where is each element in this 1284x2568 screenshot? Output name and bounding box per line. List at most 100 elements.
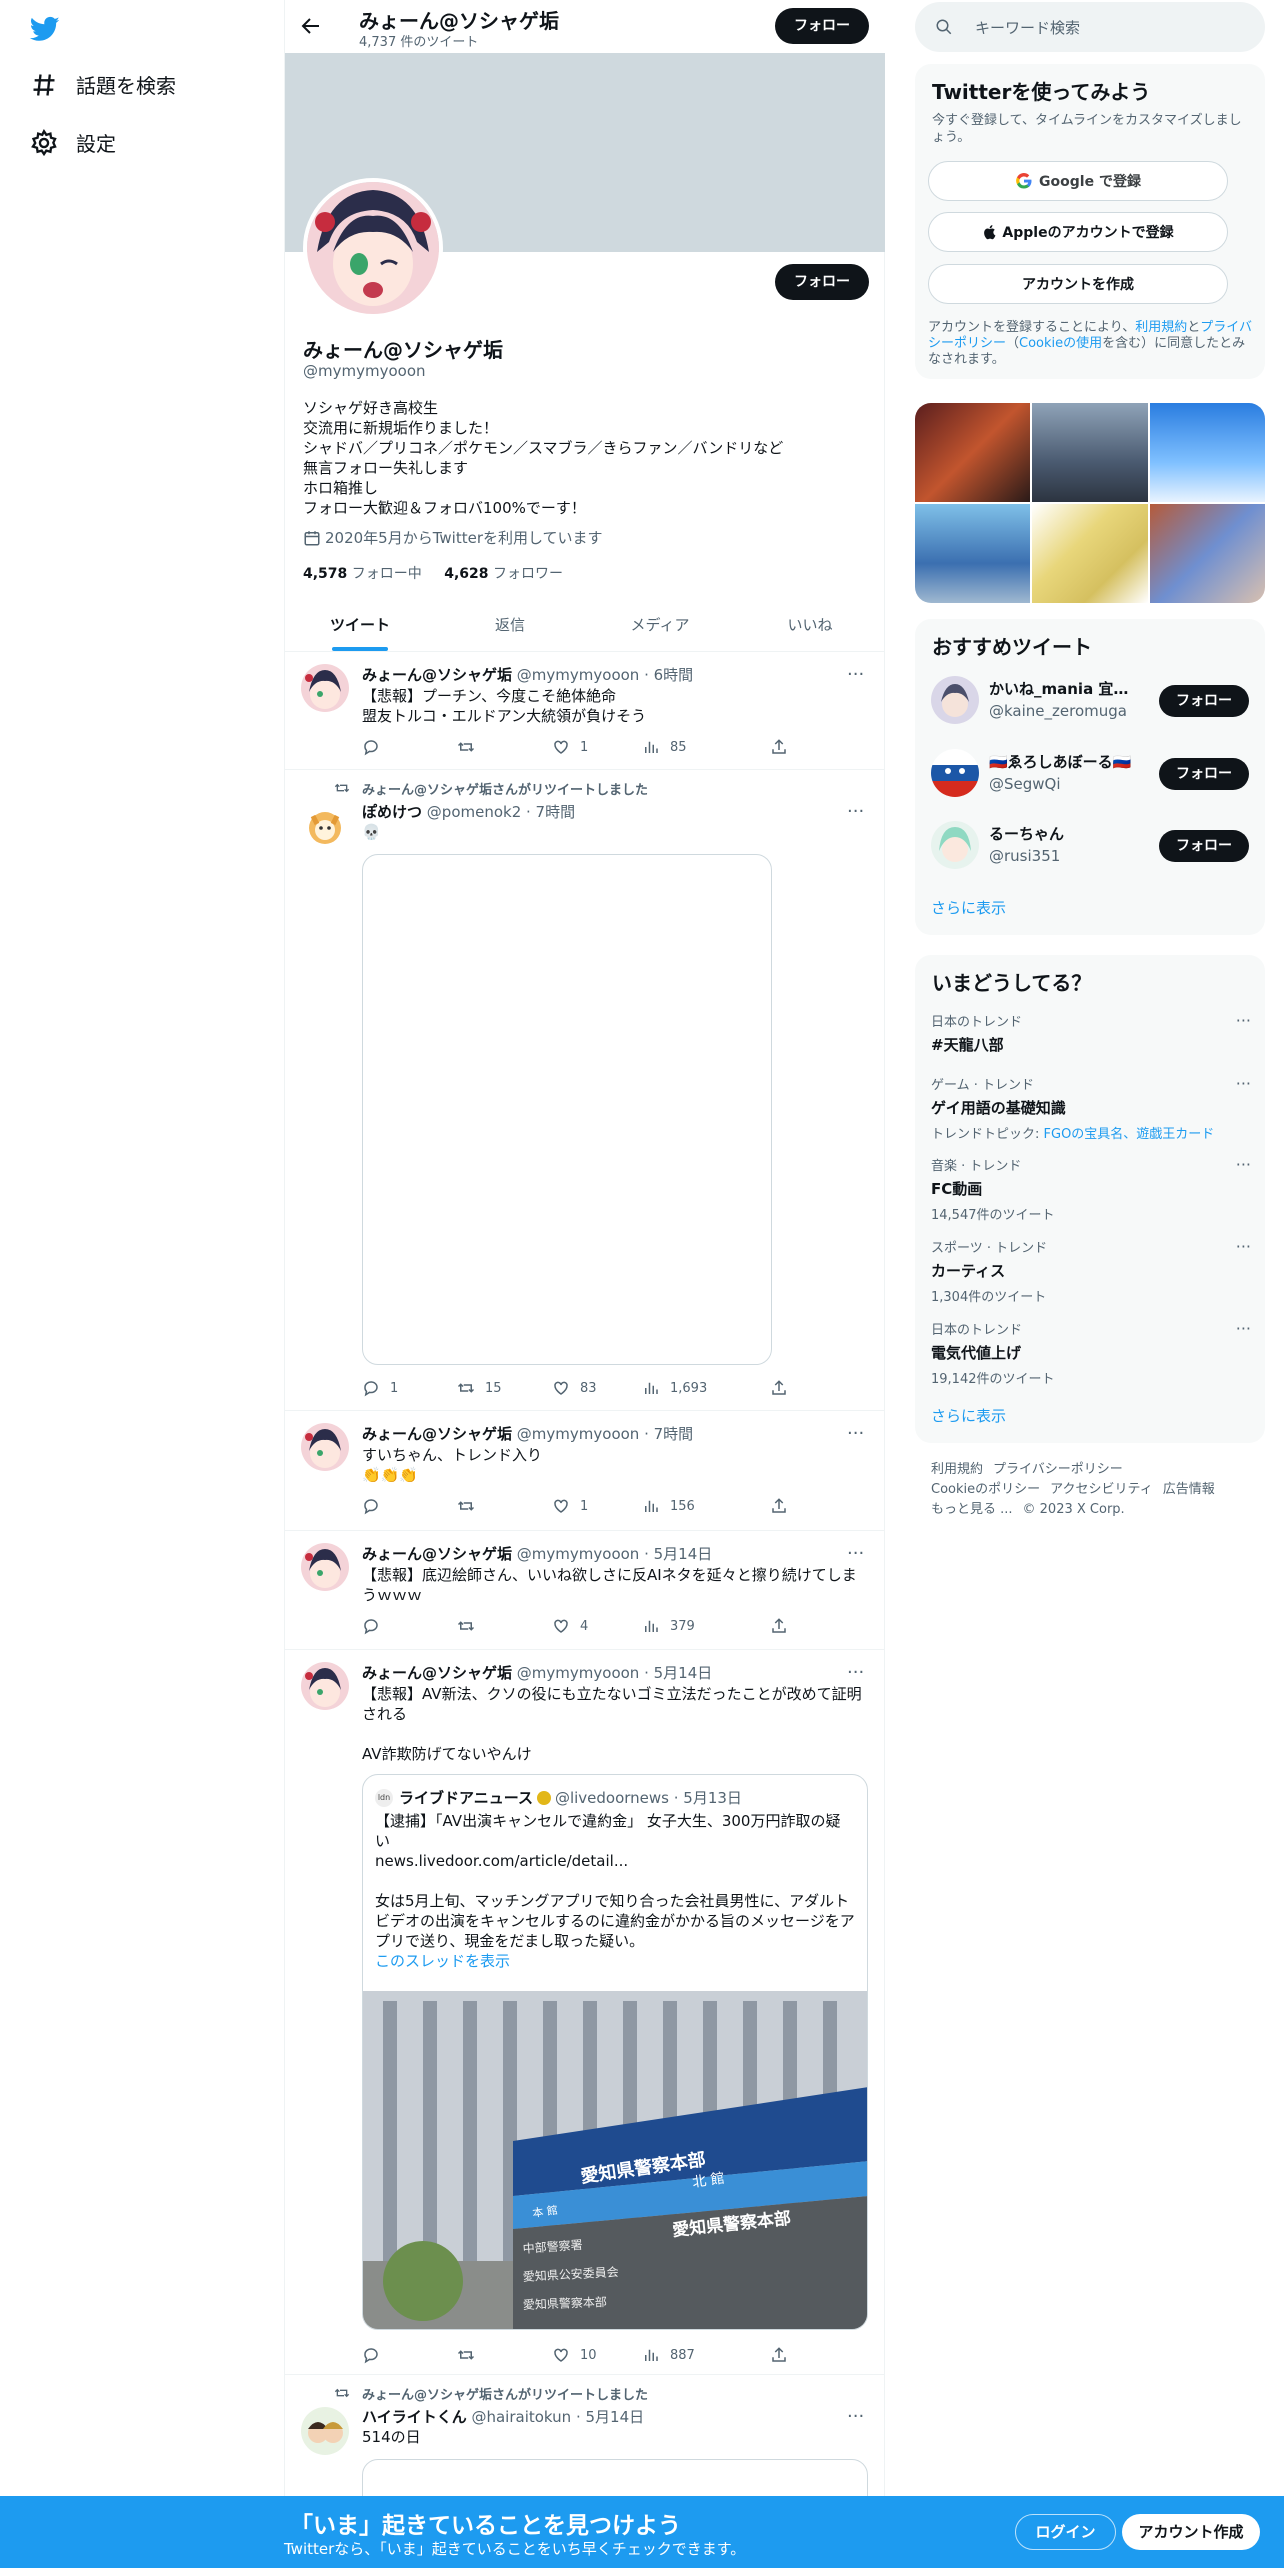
media-thumbnail[interactable] — [915, 403, 1031, 502]
twitter-bird-icon[interactable] — [28, 14, 62, 44]
recommended-user[interactable]: 🇷🇺ゑろしあぼーる🇷🇺 @SegwQi フォロー — [931, 749, 1249, 799]
like-button[interactable]: 1 — [552, 1497, 588, 1515]
tweet[interactable]: みょーん@ソシャゲ垢 @mymymyooon · 5月14日 ··· 【悲報】底… — [285, 1531, 885, 1650]
recommended-user[interactable]: かいね_mania 宜都... @kaine_zeromuga フォロー — [931, 676, 1249, 726]
following-link[interactable]: 4,578 フォロー中 — [303, 566, 422, 582]
share-button[interactable] — [770, 738, 798, 756]
profile-avatar[interactable] — [303, 178, 443, 318]
profile-follow-button[interactable]: フォロー — [775, 264, 869, 300]
share-button[interactable] — [770, 2346, 798, 2364]
tweet-meta[interactable]: @mymymyooon · 5月14日 — [517, 1545, 712, 1563]
footer-privacy-link[interactable]: プライバシーポリシー — [993, 1462, 1123, 1477]
reply-button[interactable] — [362, 1497, 390, 1515]
tweet-author-name[interactable]: みょーん@ソシャゲ垢 — [362, 1425, 512, 1443]
more-options-icon[interactable]: ··· — [847, 664, 867, 685]
quote-link[interactable]: news.livedoor.com/article/detail... — [375, 1851, 855, 1871]
more-options-icon[interactable]: ··· — [1236, 1011, 1251, 1030]
tweet-meta[interactable]: @mymymyooon · 6時間 — [517, 666, 693, 684]
tab-likes[interactable]: いいね — [735, 599, 885, 651]
views-button[interactable]: 85 — [642, 738, 687, 756]
tweet-meta[interactable]: @mymymyooon · 5月14日 — [517, 1664, 712, 1682]
more-options-icon[interactable]: ··· — [847, 2406, 867, 2427]
media-thumbnail[interactable] — [1149, 403, 1265, 502]
recommended-follow-button[interactable]: フォロー — [1159, 685, 1249, 717]
tweet-meta[interactable]: @hairaitokun · 5月14日 — [471, 2408, 644, 2426]
back-arrow-icon[interactable] — [299, 14, 323, 38]
terms-link[interactable]: 利用規約 — [1135, 320, 1187, 335]
tab-replies[interactable]: 返信 — [435, 599, 585, 651]
tweet-author-name[interactable]: ぽめけつ — [362, 803, 422, 821]
footer-more-link[interactable]: もっと見る ... — [931, 1502, 1013, 1517]
recommended-user-avatar[interactable] — [931, 676, 979, 724]
show-thread-link[interactable]: このスレッドを表示 — [375, 1951, 855, 1971]
more-options-icon[interactable]: ··· — [1236, 1155, 1251, 1174]
media-thumbnail[interactable] — [915, 504, 1031, 603]
tweet[interactable]: みょーん@ソシャゲ垢 @mymymyooon · 6時間 ··· 【悲報】プーチ… — [285, 652, 885, 770]
retweet-button[interactable] — [457, 1497, 485, 1515]
quoted-tweet[interactable]: ldn ライブドアニュース @livedoornews · 5月13日 【逮捕】… — [362, 1774, 868, 2330]
tweet-author-name[interactable]: みょーん@ソシャゲ垢 — [362, 1664, 512, 1682]
login-button[interactable]: ログイン — [1015, 2514, 1116, 2550]
recommended-follow-button[interactable]: フォロー — [1159, 758, 1249, 790]
tweet-author-name[interactable]: みょーん@ソシャゲ垢 — [362, 666, 512, 684]
more-options-icon[interactable]: ··· — [1236, 1319, 1251, 1338]
recommend-show-more[interactable]: さらに表示 — [931, 897, 1006, 918]
views-button[interactable]: 379 — [642, 1617, 695, 1635]
nav-explore[interactable]: 話題を検索 — [30, 70, 176, 99]
recommended-user-avatar[interactable] — [931, 749, 979, 797]
share-button[interactable] — [770, 1497, 798, 1515]
retweet-button[interactable] — [457, 1617, 485, 1635]
tweet-avatar[interactable] — [301, 1543, 349, 1591]
tweet[interactable]: みょーん@ソシャゲ垢 @mymymyooon · 7時間 ··· すいちゃん、ト… — [285, 1411, 885, 1531]
like-button[interactable]: 83 — [552, 1379, 597, 1397]
tab-tweets[interactable]: ツイート — [285, 599, 435, 651]
footer-cookie-link[interactable]: Cookieのポリシー — [931, 1482, 1040, 1497]
footer-terms-link[interactable]: 利用規約 — [931, 1462, 983, 1477]
signup-button[interactable]: アカウント作成 — [1122, 2514, 1260, 2550]
retweeted-by-label[interactable]: みょーん@ソシャゲ垢さんがリツイートしました — [362, 779, 648, 798]
views-button[interactable]: 156 — [642, 1497, 695, 1515]
more-options-icon[interactable]: ··· — [847, 1662, 867, 1683]
trend-item[interactable]: ゲーム · トレンド ゲイ用語の基礎知識 トレンドトピック: FGOの宝具名、遊… — [931, 1074, 1251, 1142]
reply-button[interactable] — [362, 738, 390, 756]
recommended-user[interactable]: るーちゃん @rusi351 フォロー — [931, 821, 1249, 871]
google-signup-button[interactable]: Google で登録 — [928, 161, 1228, 201]
tweet-meta[interactable]: @mymymyooon · 7時間 — [517, 1425, 693, 1443]
tweet-meta[interactable]: @pomenok2 · 7時間 — [427, 803, 575, 821]
media-thumbnail[interactable] — [1032, 403, 1148, 502]
trend-item[interactable]: スポーツ · トレンド カーティス 1,304件のツイート ··· — [931, 1237, 1251, 1305]
footer-ads-link[interactable]: 広告情報 — [1163, 1482, 1215, 1497]
tweet-avatar[interactable] — [301, 2407, 349, 2455]
recommended-user-avatar[interactable] — [931, 821, 979, 869]
header-follow-button[interactable]: フォロー — [775, 8, 869, 44]
recommended-follow-button[interactable]: フォロー — [1159, 830, 1249, 862]
quote-photo[interactable]: 愛知県警察本部 北 館 本 館 愛知県警察本部 中部警察署 愛知県公安委員会 愛… — [363, 1991, 867, 2329]
cookie-link[interactable]: Cookieの使用 — [1019, 336, 1102, 351]
like-button[interactable]: 10 — [552, 2346, 597, 2364]
trend-item[interactable]: 音楽 · トレンド FC動画 14,547件のツイート ··· — [931, 1155, 1251, 1223]
like-button[interactable]: 1 — [552, 738, 588, 756]
trend-topic-links[interactable]: FGOの宝具名、遊戯王カード — [1044, 1127, 1215, 1142]
views-button[interactable]: 1,693 — [642, 1379, 707, 1397]
tweet-author-name[interactable]: みょーん@ソシャゲ垢 — [362, 1545, 512, 1563]
media-thumbnail[interactable] — [1149, 504, 1265, 603]
apple-signup-button[interactable]: Appleのアカウントで登録 — [928, 212, 1228, 252]
reply-button[interactable] — [362, 2346, 390, 2364]
more-options-icon[interactable]: ··· — [1236, 1074, 1251, 1093]
retweet-button[interactable] — [457, 738, 485, 756]
nav-settings[interactable]: 設定 — [30, 128, 116, 157]
share-button[interactable] — [770, 1617, 798, 1635]
reply-button[interactable] — [362, 1617, 390, 1635]
retweeted-by-label[interactable]: みょーん@ソシャゲ垢さんがリツイートしました — [362, 2384, 648, 2403]
search-box[interactable]: キーワード検索 — [915, 2, 1265, 52]
tweet-avatar[interactable] — [301, 1662, 349, 1710]
tweet-author-name[interactable]: ハイライトくん — [362, 2408, 467, 2426]
followers-link[interactable]: 4,628 フォロワー — [444, 566, 563, 582]
tweet-avatar[interactable] — [301, 802, 349, 850]
tweet-avatar[interactable] — [301, 664, 349, 712]
create-account-button[interactable]: アカウントを作成 — [928, 264, 1228, 304]
trend-item[interactable]: 日本のトレンド #天龍八部 ··· — [931, 1011, 1251, 1055]
tweet[interactable]: みょーん@ソシャゲ垢さんがリツイートしました ハイライトくん @hairaito… — [285, 2375, 885, 2519]
tab-media[interactable]: メディア — [585, 599, 735, 651]
more-options-icon[interactable]: ··· — [847, 1543, 867, 1564]
